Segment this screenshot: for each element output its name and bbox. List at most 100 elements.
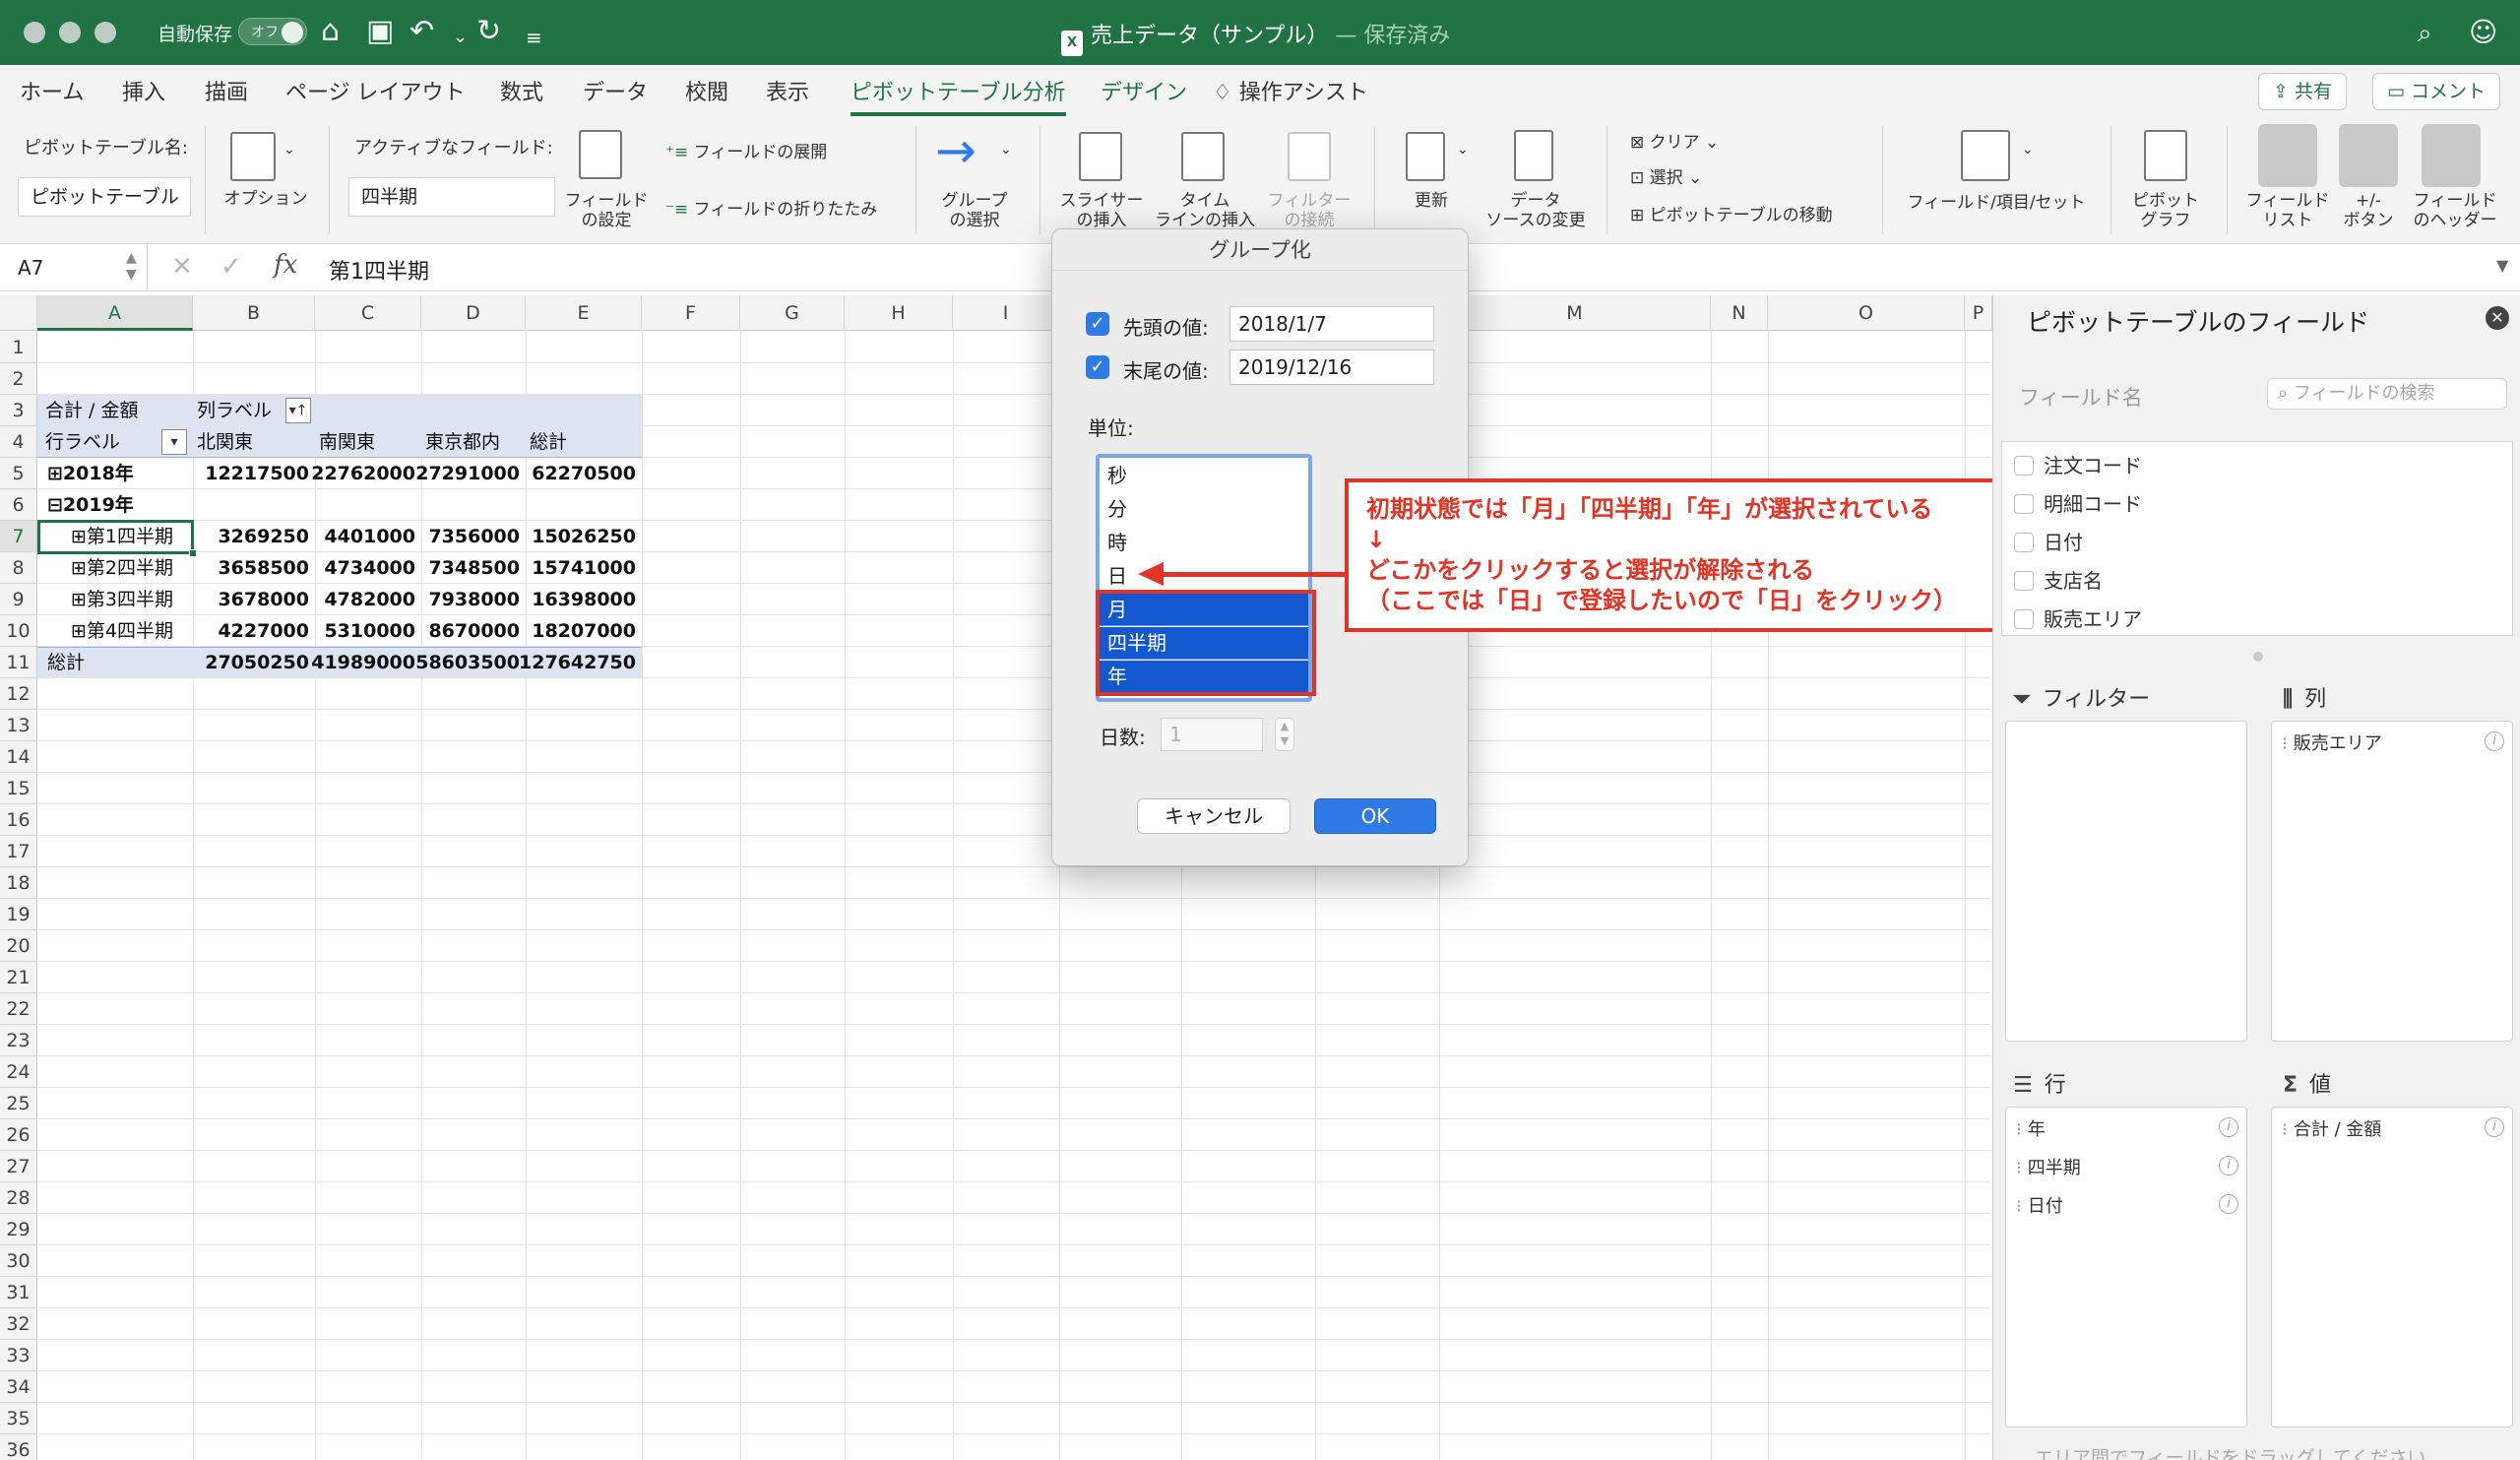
pivot-value-cell[interactable]: 8670000 <box>396 615 520 647</box>
filter-drop-area[interactable] <box>2005 721 2247 1042</box>
column-header[interactable]: N <box>1711 295 1768 331</box>
unit-option-seconds[interactable]: 秒 <box>1100 460 1308 492</box>
smiley-feedback-icon[interactable]: ☺ <box>2469 15 2497 50</box>
ok-button[interactable]: OK <box>1314 798 1436 834</box>
plus-minus-buttons-button[interactable]: +/- ボタン <box>2331 191 2406 230</box>
row-header[interactable]: 21 <box>0 962 37 993</box>
active-cell-selection[interactable] <box>37 520 197 557</box>
info-icon[interactable]: i <box>2485 731 2504 751</box>
row-header[interactable]: 19 <box>0 899 37 930</box>
pivot-row-label[interactable]: ⊞第4四半期 <box>71 615 173 647</box>
row-header[interactable]: 11 <box>0 647 37 678</box>
tab-page-layout[interactable]: ページ レイアウト <box>285 75 466 106</box>
tab-formulas[interactable]: 数式 <box>500 75 543 106</box>
row-header[interactable]: 33 <box>0 1340 37 1371</box>
pivot-value-cell[interactable]: 7356000 <box>396 521 520 552</box>
document-title[interactable]: X 売上データ（サンプル） — 保存済み <box>1061 18 1450 56</box>
row-header[interactable]: 6 <box>0 489 37 521</box>
field-checkbox[interactable] <box>2014 456 2034 476</box>
row-header[interactable]: 26 <box>0 1119 37 1151</box>
row-header[interactable]: 13 <box>0 710 37 741</box>
pivot-value-cell[interactable]: 15741000 <box>512 552 636 584</box>
pivot-value-cell[interactable]: 62270500 <box>512 458 636 489</box>
pivot-value-cell[interactable]: 58603500 <box>396 647 520 678</box>
unit-option-hours[interactable]: 時 <box>1100 527 1308 559</box>
change-source-icon[interactable] <box>1514 130 1553 181</box>
tab-insert[interactable]: 挿入 <box>122 75 165 106</box>
field-list-button[interactable]: フィールド リスト <box>2236 191 2339 230</box>
columns-drop-area[interactable]: ⁝ 販売エリア i <box>2271 721 2513 1042</box>
tab-data[interactable]: データ <box>583 75 648 106</box>
select-button[interactable]: ⊡ 選択 ⌄ <box>1630 163 1702 188</box>
column-header[interactable]: E <box>526 295 642 331</box>
options-button-label[interactable]: オプション <box>219 189 313 209</box>
pivot-row-label[interactable]: 総計 <box>47 647 85 678</box>
options-icon[interactable] <box>230 132 276 181</box>
row-header[interactable]: 18 <box>0 867 37 899</box>
pivot-value-cell[interactable]: 16398000 <box>512 584 636 615</box>
undo-dropdown-icon[interactable]: ⌄ <box>453 20 468 55</box>
group-selection-button[interactable]: グループ の選択 <box>927 191 1022 230</box>
column-header[interactable]: O <box>1768 295 1965 331</box>
pivot-row-label[interactable]: ⊞第2四半期 <box>71 552 173 584</box>
row-header[interactable]: 35 <box>0 1403 37 1434</box>
row-header[interactable]: 20 <box>0 930 37 962</box>
drag-grip-icon[interactable]: ⁝ <box>2282 733 2288 754</box>
collapse-field-button[interactable]: ⁻≡ フィールドの折りたたみ <box>665 195 877 220</box>
pivot-value-cell[interactable]: 7938000 <box>396 584 520 615</box>
select-all-corner[interactable] <box>0 295 37 331</box>
column-filter-sort-icon[interactable]: ▾↑ <box>285 398 311 423</box>
tab-home[interactable]: ホーム <box>20 75 84 106</box>
column-header[interactable]: C <box>315 295 421 331</box>
pivot-chart-button[interactable]: ピボット グラフ <box>2120 191 2211 230</box>
row-header[interactable]: 8 <box>0 552 37 584</box>
plus-minus-buttons-icon[interactable] <box>2339 124 2398 187</box>
formula-input[interactable]: 第1四半期 <box>329 254 429 286</box>
pivot-row-labels-caption[interactable]: 行ラベル <box>45 426 120 458</box>
pivot-value-cell[interactable]: 27291000 <box>396 458 520 489</box>
info-icon[interactable]: i <box>2219 1117 2238 1137</box>
pivot-value-cell[interactable]: 127642750 <box>512 647 636 678</box>
pivot-column-header[interactable]: 総計 <box>530 426 567 458</box>
fields-items-dropdown-icon[interactable]: ⌄ <box>2022 142 2034 158</box>
fields-items-sets-icon[interactable] <box>1961 130 2010 181</box>
end-value-checkbox[interactable]: ✓ <box>1086 355 1109 379</box>
row-header[interactable]: 4 <box>0 426 37 458</box>
minimize-window-button[interactable] <box>59 22 81 43</box>
field-checkbox[interactable] <box>2014 533 2034 552</box>
pivot-values-caption[interactable]: 合計 / 金額 <box>45 395 138 426</box>
pivot-column-labels-caption[interactable]: 列ラベル <box>197 395 272 426</box>
field-checkbox-item[interactable]: 明細コード <box>2014 488 2142 517</box>
field-settings-icon[interactable] <box>579 130 622 179</box>
save-icon[interactable]: ▣ <box>366 14 394 49</box>
slicer-icon[interactable] <box>1079 132 1122 181</box>
cancel-x-icon[interactable]: ✕ <box>171 252 193 282</box>
cancel-button[interactable]: キャンセル <box>1137 798 1291 834</box>
close-pane-icon[interactable]: ✕ <box>2486 306 2509 330</box>
home-icon[interactable]: ⌂ <box>321 14 340 49</box>
tab-review[interactable]: 校閲 <box>685 75 728 106</box>
row-header[interactable]: 7 <box>0 521 37 552</box>
field-checkbox[interactable] <box>2014 609 2034 629</box>
info-icon[interactable]: i <box>2219 1194 2238 1214</box>
search-icon[interactable]: ⌕ <box>2418 16 2432 51</box>
confirm-check-icon[interactable]: ✓ <box>220 252 242 282</box>
field-checkbox-item[interactable]: 注文コード <box>2014 450 2142 478</box>
row-field-chip[interactable]: ⁝ 四半期 <box>2016 1154 2081 1179</box>
row-header[interactable]: 5 <box>0 458 37 489</box>
column-header[interactable]: P <box>1965 295 1992 331</box>
expand-formula-icon[interactable]: ▼ <box>2496 256 2508 275</box>
column-header[interactable]: I <box>953 295 1059 331</box>
row-header[interactable]: 24 <box>0 1056 37 1088</box>
info-icon[interactable]: i <box>2219 1156 2238 1175</box>
row-filter-dropdown-icon[interactable]: ▾ <box>161 429 187 455</box>
active-field-input[interactable]: 四半期 <box>348 177 555 217</box>
start-value-input[interactable]: 2018/1/7 <box>1229 306 1434 342</box>
pivot-row-label[interactable]: ⊞2018年 <box>47 458 134 489</box>
values-drop-area[interactable]: ⁝ 合計 / 金額 i <box>2271 1107 2513 1428</box>
comment-button[interactable]: ▭ コメント <box>2372 73 2501 110</box>
info-icon[interactable]: i <box>2485 1117 2504 1137</box>
field-checkbox-item[interactable]: 販売エリア <box>2014 603 2142 632</box>
customize-toolbar-icon[interactable]: ≡ <box>526 20 542 55</box>
refresh-dropdown-icon[interactable]: ⌄ <box>1457 142 1469 158</box>
